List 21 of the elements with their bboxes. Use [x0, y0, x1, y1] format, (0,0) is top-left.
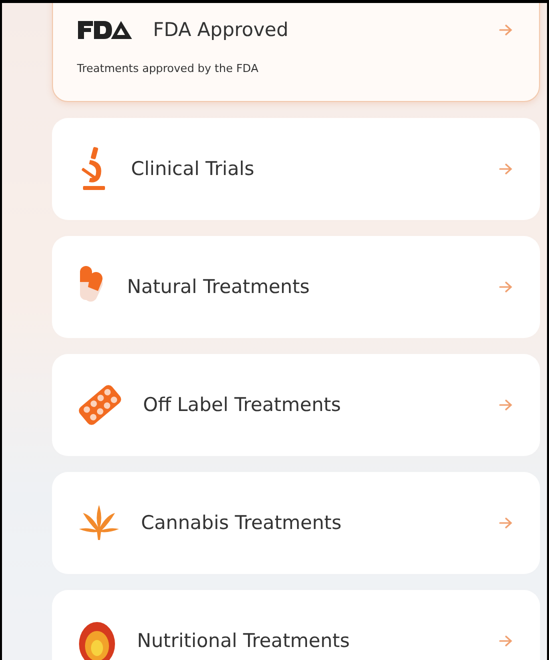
category-title: Nutritional Treatments	[137, 630, 351, 652]
arrow-icon	[499, 24, 513, 36]
leaf-icon	[77, 503, 121, 543]
category-title: Cannabis Treatments	[141, 512, 342, 534]
category-card[interactable]: Natural Treatments	[52, 236, 540, 338]
category-title: FDA Approved	[153, 19, 290, 41]
arrow-icon	[499, 163, 513, 175]
arrow-icon	[499, 399, 513, 411]
category-card[interactable]: Off Label Treatments	[52, 354, 540, 456]
arrow-icon	[499, 281, 513, 293]
category-description: Treatments approved by the FDA	[77, 62, 260, 75]
arrow-icon	[499, 517, 513, 529]
category-card[interactable]: Cannabis Treatments	[52, 472, 540, 574]
fda-logo-icon	[77, 19, 133, 41]
category-title: Natural Treatments	[127, 276, 311, 298]
arrow-icon	[499, 635, 513, 647]
category-card[interactable]: Clinical Trials	[52, 118, 540, 220]
category-title: Clinical Trials	[131, 158, 256, 180]
category-card[interactable]: FDA Approved Treatments approved by the FDA	[52, 3, 540, 102]
category-title: Off Label Treatments	[143, 394, 342, 416]
category-card[interactable]: Nutritional Treatments	[52, 590, 540, 660]
